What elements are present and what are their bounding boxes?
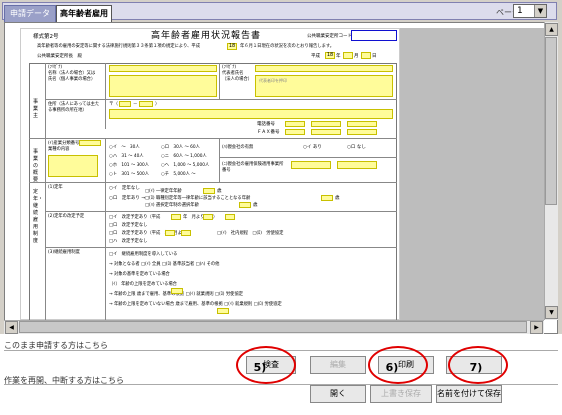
save-as-button[interactable]: 名前を付けて保存 bbox=[436, 385, 502, 403]
parent-insurance-field-2[interactable] bbox=[337, 161, 377, 169]
section-overview: 事業の概要 bbox=[33, 149, 39, 183]
parent-no[interactable]: ○ロ なし bbox=[347, 145, 366, 151]
age-unit-1: 歳 bbox=[217, 189, 222, 194]
size-options-left[interactable]: ○イ ～ 30人 ○ハ 31 ～ 40人 ○ホ 101 ～ 300人 ○ト 30… bbox=[109, 143, 149, 179]
postal-dash: － bbox=[133, 102, 138, 107]
date-year-field[interactable]: 18 bbox=[325, 52, 335, 59]
date-month-unit: 月 bbox=[354, 54, 359, 59]
viewer-background bbox=[400, 28, 544, 320]
industry-content-label: 業種の内容 bbox=[48, 147, 70, 152]
scroll-up-icon[interactable]: ▲ bbox=[545, 23, 558, 36]
addressee-label: 公共職業安定所長 殿 bbox=[37, 54, 82, 59]
annotation-5: 5) bbox=[236, 346, 296, 384]
intro-text: 高年齢者等の雇用の安定等に関する法律施行規則第３３条第１項の規定により、平成 bbox=[37, 44, 201, 49]
revision-age-field[interactable] bbox=[225, 214, 235, 220]
no-limit-age-field[interactable] bbox=[217, 308, 229, 314]
date-month-field[interactable] bbox=[343, 52, 353, 59]
parent-yes[interactable]: ○イ あり bbox=[303, 145, 322, 151]
page-select[interactable]: 1 ▼ bbox=[513, 4, 547, 18]
edit-button[interactable]: 編集 bbox=[310, 356, 366, 374]
tab-application-data[interactable]: 申請データ bbox=[4, 5, 56, 22]
seal-hint: 代表者印を押印 bbox=[259, 78, 287, 83]
continued-employment-label: (3)継続雇用制度 bbox=[48, 250, 80, 255]
age-unit-3: 歳 bbox=[253, 203, 258, 208]
occupation-age-field[interactable] bbox=[321, 195, 333, 201]
open-button[interactable]: 開く bbox=[310, 385, 366, 403]
revision-none[interactable]: □ロ 改定予定なし bbox=[109, 223, 147, 229]
industry-code-field[interactable] bbox=[79, 140, 101, 146]
annotation-6: 6) bbox=[368, 346, 428, 384]
overwrite-save-button[interactable]: 上書き保存 bbox=[370, 385, 432, 403]
revision2-year-field[interactable] bbox=[165, 230, 175, 236]
retirement-exists[interactable]: ○ロ 定年あり → bbox=[109, 196, 145, 202]
section-employer: 事業主 bbox=[33, 99, 39, 119]
revision-none-2[interactable]: □ハ 改定予定なし bbox=[109, 239, 147, 245]
occupation-age-option[interactable]: □(ﾛ) 職種別定年等一律年齢に該当することとなる年齢 bbox=[145, 196, 250, 202]
fax-label: ＦＡＸ番号 bbox=[257, 130, 280, 135]
employer-kana-field[interactable] bbox=[109, 65, 217, 72]
intro-year-field[interactable]: 18 bbox=[227, 43, 237, 50]
industry-content-field[interactable] bbox=[48, 155, 98, 177]
postal-code-2[interactable] bbox=[139, 101, 153, 107]
address-label: 住所（法人にあっては主たる事務所の所在地） bbox=[48, 102, 100, 113]
revision-planned-2[interactable]: □ロ 改定予定あり（平成 年 月より） bbox=[109, 231, 190, 237]
fax-field-2[interactable] bbox=[311, 129, 341, 135]
parent-insurance-label: (ﾆ)親会社の雇用保険適用事業所番号 bbox=[222, 162, 284, 173]
revision-label: (2)定年の改定予定 bbox=[48, 214, 85, 219]
postal-close: ） bbox=[155, 102, 160, 107]
form-code: 様式第2号 bbox=[33, 34, 59, 40]
employer-name-label: (ﾌﾘｶﾞﾅ) 名称（法人の場合）又は 氏名（個人事業の場合） bbox=[48, 65, 96, 82]
office-code-label: 公共職業安定所コード bbox=[307, 34, 352, 39]
tel-field-2[interactable] bbox=[311, 121, 341, 127]
uniform-age-field[interactable] bbox=[203, 188, 215, 194]
revision-planned[interactable]: □イ 改定予定あり（平成 bbox=[109, 215, 160, 221]
form-title: 高年齢者雇用状況報告書 bbox=[151, 31, 262, 41]
age-limit-field[interactable] bbox=[171, 288, 183, 294]
size-options-right[interactable]: ○ロ 30人 ～ 60人 ○ニ 60人 ～ 1,000人 ○ヘ 1,000 ～ … bbox=[161, 143, 209, 179]
tel-label: 電話番号 bbox=[257, 122, 275, 127]
scroll-right-icon[interactable]: ▶ bbox=[530, 321, 543, 334]
revision-month-field[interactable] bbox=[203, 214, 213, 220]
date-day-field[interactable] bbox=[361, 52, 371, 59]
parent-company-label: (ﾊ)親会社の有無 bbox=[222, 145, 254, 150]
revision-basis[interactable]: □(ｲ) 社内規程 □(ﾛ) 労使協定 bbox=[217, 231, 283, 237]
fax-field-3[interactable] bbox=[347, 129, 377, 135]
continued-employment-options[interactable]: □イ 継続雇用制度を導入している → 対象となる者 □(ｲ) 全員 □(ﾛ) 基… bbox=[109, 250, 282, 310]
tel-field-3[interactable] bbox=[347, 121, 377, 127]
revision-year-field[interactable] bbox=[171, 214, 181, 220]
tel-field-1[interactable] bbox=[285, 121, 305, 127]
page-value: 1 bbox=[517, 6, 523, 16]
selective-age-option[interactable]: □(ﾊ) 選択定年制の選択年齢 bbox=[145, 203, 199, 209]
horizontal-scroll-thumb[interactable] bbox=[19, 321, 527, 333]
representative-kana-field[interactable] bbox=[255, 65, 393, 72]
retirement-label: (1)定年 bbox=[48, 185, 63, 190]
scroll-down-icon[interactable]: ▼ bbox=[545, 306, 558, 319]
revision2-month-field[interactable] bbox=[181, 230, 191, 236]
address-field[interactable] bbox=[109, 109, 393, 119]
uniform-age-option[interactable]: □(ｲ) 一律定年年齢 bbox=[145, 189, 182, 195]
parent-insurance-field-1[interactable] bbox=[291, 161, 331, 169]
retirement-none[interactable]: ○イ 定年なし bbox=[109, 186, 140, 192]
chevron-down-icon[interactable]: ▼ bbox=[534, 5, 546, 17]
representative-label: (ﾌﾘｶﾞﾅ) 代表者氏名 （法人の場合） bbox=[222, 65, 253, 82]
tab-elderly-employment[interactable]: 高年齢者雇用 bbox=[56, 5, 112, 22]
date-day-unit: 日 bbox=[372, 54, 377, 59]
fax-field-1[interactable] bbox=[285, 129, 305, 135]
office-code-input[interactable] bbox=[351, 30, 397, 41]
postal-prefix: 〒（ bbox=[109, 102, 118, 107]
section-retirement: 定年・継続雇用制度 bbox=[33, 189, 44, 244]
age-unit-2: 歳 bbox=[335, 196, 340, 201]
date-prefix: 平成 bbox=[311, 54, 320, 59]
intro-tail: 年６月１日現在の状況を次のとおり報告します。 bbox=[240, 44, 335, 49]
vertical-scroll-thumb[interactable] bbox=[545, 37, 557, 205]
date-year-unit: 年 bbox=[336, 54, 341, 59]
employer-name-field[interactable] bbox=[109, 75, 217, 97]
postal-code-1[interactable] bbox=[119, 101, 131, 107]
scroll-left-icon[interactable]: ◀ bbox=[5, 321, 18, 334]
selective-age-field[interactable] bbox=[239, 202, 251, 208]
annotation-7: 7) bbox=[448, 346, 508, 384]
form-page: 様式第2号 高年齢者雇用状況報告書 公共職業安定所コード 高年齢者等の雇用の安定… bbox=[20, 28, 400, 321]
